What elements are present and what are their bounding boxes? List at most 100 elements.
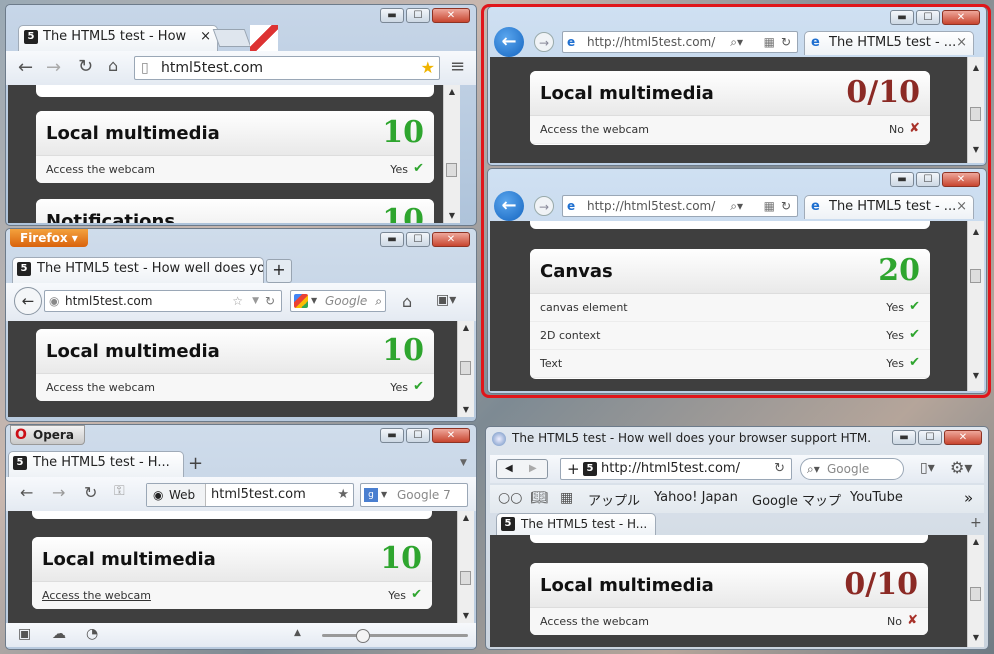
bookmark-youtube[interactable]: YouTube: [850, 490, 903, 505]
search-icon[interactable]: ⌕▾: [730, 32, 743, 52]
bookmark-star-icon[interactable]: ☆: [232, 291, 243, 311]
close-button[interactable]: ✕: [432, 232, 470, 247]
page-menu-icon[interactable]: ▯▾: [920, 460, 935, 476]
turbo-gauge-icon[interactable]: ◔: [86, 626, 98, 642]
bookmark-star-icon[interactable]: ★: [421, 57, 435, 79]
compat-view-icon[interactable]: ▦: [764, 196, 775, 216]
scroll-thumb[interactable]: [970, 269, 981, 283]
scroll-up-arrow-icon[interactable]: ▲: [444, 87, 460, 96]
safari-address-bar[interactable]: + 5 http://html5test.com/ ↻: [560, 458, 792, 480]
reload-icon[interactable]: ↻: [84, 483, 97, 502]
tab-close-icon[interactable]: ×: [956, 196, 967, 218]
ie-bottom-address-bar[interactable]: e http://html5test.com/ ⌕▾ ▦ ↻: [562, 195, 798, 217]
opera-tab[interactable]: 5 The HTML5 test - H...: [8, 451, 184, 477]
reload-icon[interactable]: ↻: [78, 56, 93, 77]
reading-glasses-icon[interactable]: ○○: [498, 490, 522, 506]
add-bookmark-icon[interactable]: +: [567, 459, 580, 479]
chrome-tab[interactable]: 5 The HTML5 test - How ×: [18, 25, 218, 53]
reload-icon[interactable]: ↻: [265, 291, 275, 311]
reload-icon[interactable]: ↻: [774, 459, 785, 479]
close-button[interactable]: ✕: [942, 10, 980, 25]
vertical-scrollbar[interactable]: ▲ ▼: [967, 535, 984, 647]
scroll-up-arrow-icon[interactable]: ▲: [458, 513, 474, 522]
home-icon[interactable]: ⌂: [108, 56, 118, 75]
zoom-slider-knob[interactable]: [356, 629, 370, 643]
bookmark-star-icon[interactable]: ★: [337, 484, 349, 506]
forward-arrow-icon[interactable]: ▶: [529, 460, 537, 478]
scroll-down-arrow-icon[interactable]: ▼: [968, 145, 984, 154]
close-button[interactable]: ✕: [432, 428, 470, 443]
safari-tab[interactable]: 5 The HTML5 test - H...: [496, 513, 656, 535]
ie-bottom-tab[interactable]: e The HTML5 test - ... ×: [804, 195, 974, 219]
dropdown-icon[interactable]: ▼: [252, 291, 259, 311]
chrome-new-tab-button[interactable]: [212, 29, 252, 47]
zoom-menu-icon[interactable]: ▲: [294, 628, 301, 638]
firefox-menu-button[interactable]: Firefox ▾: [10, 229, 88, 247]
firefox-search-bar[interactable]: ▼ Google ⌕: [290, 290, 386, 312]
scroll-down-arrow-icon[interactable]: ▼: [444, 211, 460, 220]
zoom-slider[interactable]: [322, 629, 468, 643]
vertical-scrollbar[interactable]: ▲ ▼: [967, 221, 984, 391]
scroll-thumb[interactable]: [446, 163, 457, 177]
reload-icon[interactable]: ↻: [781, 32, 791, 52]
scroll-up-arrow-icon[interactable]: ▲: [458, 323, 474, 332]
vertical-scrollbar[interactable]: ▲ ▼: [457, 511, 474, 623]
bookmark-yahoo-japan[interactable]: Yahoo! Japan: [654, 490, 738, 505]
close-button[interactable]: ✕: [944, 430, 982, 445]
back-arrow-icon[interactable]: ←: [20, 483, 33, 502]
vertical-scrollbar[interactable]: ▲ ▼: [457, 321, 474, 417]
back-arrow-icon[interactable]: ◀: [505, 460, 513, 478]
reload-icon[interactable]: ↻: [781, 196, 791, 216]
firefox-tab[interactable]: 5 The HTML5 test - How well does yo...: [12, 257, 264, 283]
tab-menu-dropdown-icon[interactable]: ▼: [460, 458, 467, 468]
scroll-up-arrow-icon[interactable]: ▲: [968, 227, 984, 236]
firefox-address-bar[interactable]: ◉ html5test.com ☆ ▼ ↻: [44, 290, 282, 312]
scroll-down-arrow-icon[interactable]: ▼: [458, 405, 474, 414]
panel-toggle-icon[interactable]: ▣: [18, 626, 31, 642]
scroll-thumb[interactable]: [970, 107, 981, 121]
maximize-button[interactable]: ☐: [916, 10, 940, 25]
scroll-up-arrow-icon[interactable]: ▲: [968, 63, 984, 72]
opera-unite-icon[interactable]: ☁: [52, 626, 66, 642]
search-icon[interactable]: ⌕▾: [730, 196, 743, 216]
bookmarks-menu-icon[interactable]: ▣▾: [436, 292, 456, 308]
maximize-button[interactable]: ☐: [406, 428, 430, 443]
vertical-scrollbar[interactable]: ▲ ▼: [967, 57, 984, 163]
ie-top-tab[interactable]: e The HTML5 test - ... ×: [804, 31, 974, 55]
firefox-new-tab-button[interactable]: +: [266, 259, 292, 283]
close-button[interactable]: ✕: [942, 172, 980, 187]
back-arrow-icon[interactable]: ←: [18, 57, 33, 78]
minimize-button[interactable]: ▬: [890, 172, 914, 187]
feature-name[interactable]: Access the webcam: [42, 589, 151, 602]
scroll-down-arrow-icon[interactable]: ▼: [968, 633, 984, 642]
tab-close-icon[interactable]: ×: [956, 32, 967, 54]
menu-icon[interactable]: ≡: [450, 56, 465, 77]
forward-arrow-icon[interactable]: →: [52, 483, 65, 502]
scroll-thumb[interactable]: [460, 571, 471, 585]
chrome-address-bar[interactable]: ▯ html5test.com ★: [134, 56, 440, 80]
forward-arrow-icon[interactable]: →: [534, 32, 554, 52]
ie-top-address-bar[interactable]: e http://html5test.com/ ⌕▾ ▦ ↻: [562, 31, 798, 53]
opera-new-tab-button[interactable]: +: [188, 453, 203, 474]
opera-search-bar[interactable]: g ▼ Google 7: [360, 483, 468, 507]
safari-new-tab-button[interactable]: +: [970, 515, 982, 531]
minimize-button[interactable]: ▬: [380, 232, 404, 247]
back-arrow-icon[interactable]: ←: [494, 191, 524, 221]
maximize-button[interactable]: ☐: [406, 8, 430, 23]
vertical-scrollbar[interactable]: ▲ ▼: [443, 85, 460, 223]
engine-dropdown-icon[interactable]: ▼: [311, 291, 317, 311]
maximize-button[interactable]: ☐: [918, 430, 942, 445]
back-arrow-icon[interactable]: ←: [14, 287, 42, 315]
search-icon[interactable]: ⌕▾: [807, 459, 820, 479]
maximize-button[interactable]: ☐: [406, 232, 430, 247]
bookmark-google-maps[interactable]: Google マップ: [752, 490, 841, 509]
scroll-down-arrow-icon[interactable]: ▼: [968, 371, 984, 380]
wand-key-icon[interactable]: ⚿: [114, 483, 125, 499]
top-sites-grid-icon[interactable]: ▦: [560, 490, 573, 506]
close-button[interactable]: ✕: [432, 8, 470, 23]
scroll-thumb[interactable]: [460, 361, 471, 375]
minimize-button[interactable]: ▬: [380, 428, 404, 443]
minimize-button[interactable]: ▬: [890, 10, 914, 25]
scroll-thumb[interactable]: [970, 587, 981, 601]
forward-arrow-icon[interactable]: →: [534, 196, 554, 216]
